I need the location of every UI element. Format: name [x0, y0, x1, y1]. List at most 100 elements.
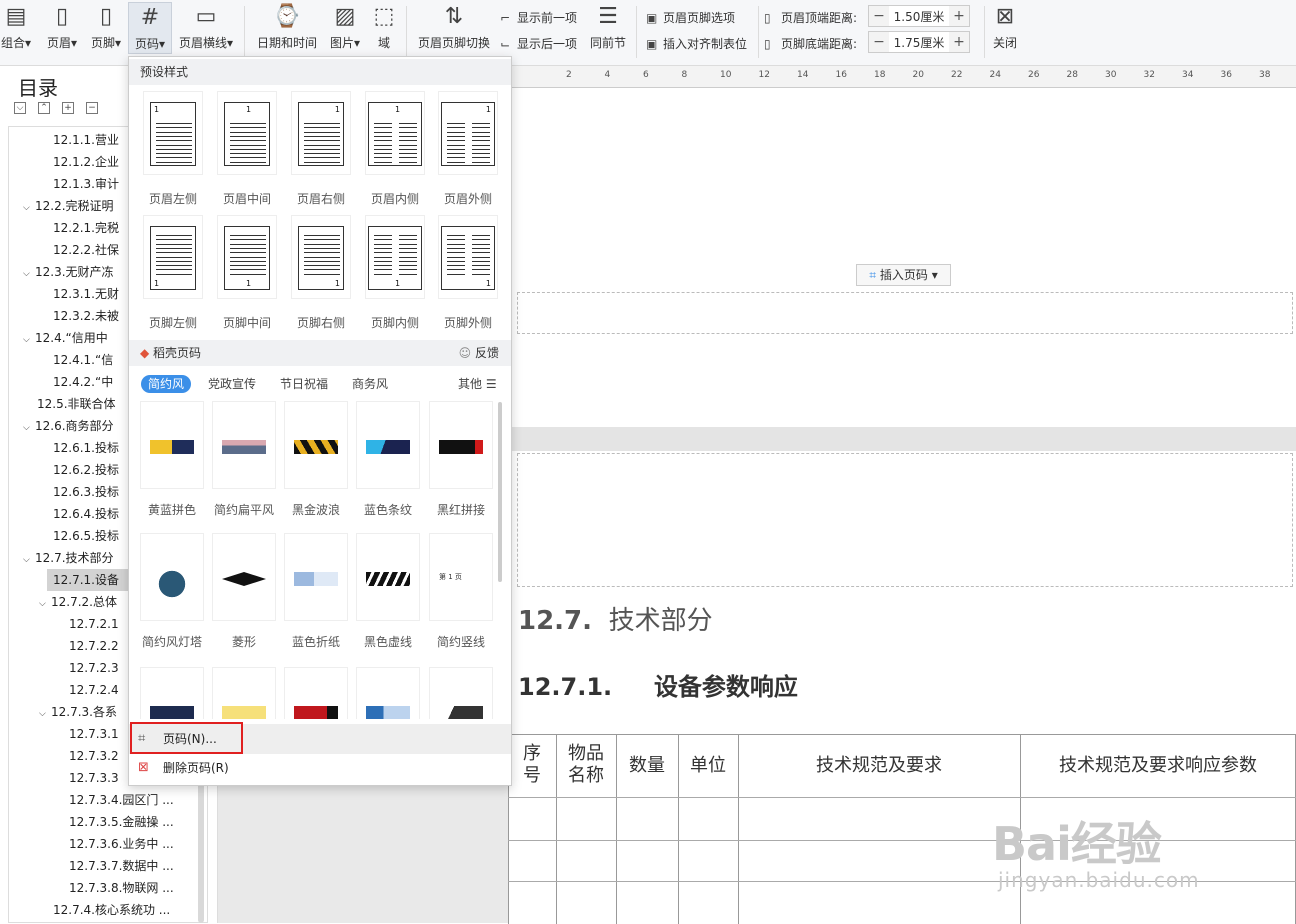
header-line-button[interactable]: ▭ 页眉横线▾	[176, 4, 236, 51]
toc-item[interactable]: 12.7.3.7.数据中 ...	[9, 855, 207, 877]
daoke-style-thumbnail[interactable]	[212, 533, 276, 621]
decrease-button[interactable]: −	[869, 6, 889, 26]
daoke-style-thumbnail[interactable]: 第 1 页	[429, 533, 493, 621]
toc-item-label: 12.7.3.7.数据中 ...	[69, 859, 174, 873]
field-button[interactable]: ⬚ 域	[372, 4, 396, 51]
toc-item[interactable]: 12.7.3.5.金融操 ...	[9, 811, 207, 833]
style-preview-graphic	[366, 572, 410, 586]
preset-thumbnail[interactable]: 1	[217, 215, 277, 299]
decrease-button[interactable]: −	[869, 32, 889, 52]
table-row-line	[508, 881, 1296, 882]
header-footer-switch-button[interactable]: ⇅ 页眉页脚切换	[416, 4, 492, 51]
ruler-tick: 18	[874, 70, 886, 80]
combine-button[interactable]: ▤ 组合▾	[0, 4, 36, 51]
insert-align-tab-button[interactable]: ▣ 插入对齐制表位	[646, 35, 747, 52]
daoke-style-thumbnail[interactable]	[140, 533, 204, 621]
horizontal-ruler[interactable]: 2 4 6 8 10 12 14 16 18 20 22 24 26 28 30 32 34 36 38	[508, 66, 1296, 88]
daoke-style-label: 黑金波浪	[291, 503, 340, 517]
daoke-style-thumbnail[interactable]	[140, 401, 204, 489]
chevron-down-icon[interactable]: ⌵	[39, 703, 51, 725]
style-tab[interactable]: 节日祝福	[280, 375, 328, 393]
chevron-down-icon[interactable]: ⌵	[23, 417, 35, 439]
picture-button[interactable]: ▨ 图片▾	[326, 4, 364, 51]
preset-thumbnail[interactable]: 1	[365, 215, 425, 299]
toc-item[interactable]: 12.7.3.8.物联网 ...	[9, 877, 207, 899]
daoke-style-thumbnail[interactable]	[284, 667, 348, 719]
other-tab[interactable]: 其他 ☰	[458, 375, 497, 393]
preset-thumbnail[interactable]: 1	[291, 215, 351, 299]
hf-options-button[interactable]: ▣ 页眉页脚选项	[646, 9, 735, 26]
style-tab[interactable]: 商务风	[352, 375, 388, 393]
chevron-down-icon[interactable]: ⌵	[23, 549, 35, 571]
style-tab[interactable]: 简约风	[141, 375, 192, 393]
style-preview-graphic	[294, 572, 338, 586]
header-area[interactable]	[517, 453, 1293, 587]
page-preview-icon: 1	[224, 226, 270, 290]
add-icon[interactable]: +	[62, 102, 74, 114]
preset-thumbnail[interactable]: 1	[365, 91, 425, 175]
options-icon: ▣	[646, 11, 658, 25]
preset-thumbnail[interactable]: 1	[217, 91, 277, 175]
insert-page-number-button[interactable]: ⌗ 插入页码 ▾	[856, 264, 951, 286]
chevron-down-icon[interactable]: ⌵	[23, 197, 35, 219]
close-button[interactable]: ⊠ 关闭	[990, 4, 1020, 51]
page-number-button[interactable]: # 页码▾	[128, 2, 172, 54]
toc-item[interactable]: 12.7.4.核心系统功 ...	[9, 899, 207, 921]
toc-item-label: 12.4.2.“中	[53, 375, 114, 389]
toc-item-label: 12.6.5.投标	[53, 529, 119, 543]
increase-button[interactable]: +	[949, 6, 969, 26]
style-tab[interactable]: 党政宣传	[208, 375, 256, 393]
header-top-value[interactable]: 1.50厘米	[889, 8, 949, 25]
menu-scrollbar[interactable]	[498, 402, 502, 582]
toc-item-label: 12.6.4.投标	[53, 507, 119, 521]
daoke-style-thumbnail[interactable]	[429, 401, 493, 489]
daoke-style-thumbnail[interactable]	[284, 533, 348, 621]
chevron-down-icon[interactable]: ⌵	[39, 593, 51, 615]
table-header-cell: 技术规范及要求	[816, 755, 942, 776]
increase-button[interactable]: +	[949, 32, 969, 52]
collapse-all-icon[interactable]: ⌵	[14, 102, 26, 114]
header-icon: ▯	[55, 4, 69, 29]
table-header-cell: 序 号	[523, 743, 541, 786]
footer-bottom-value[interactable]: 1.75厘米	[889, 34, 949, 51]
preset-thumbnail[interactable]: 1	[438, 91, 498, 175]
daoke-style-thumbnail[interactable]	[356, 533, 420, 621]
daoke-style-thumbnail[interactable]	[212, 401, 276, 489]
chevron-down-icon[interactable]: ⌵	[23, 329, 35, 351]
daoke-style-thumbnail[interactable]	[140, 667, 204, 719]
datetime-button[interactable]: ⌚ 日期和时间	[256, 4, 318, 51]
expand-all-icon[interactable]: ⌃	[38, 102, 50, 114]
footer-area[interactable]	[517, 292, 1293, 334]
preset-thumbnail[interactable]: 1	[143, 215, 203, 299]
toc-item[interactable]: 12.7.3.4.园区门 ...	[9, 789, 207, 811]
menu-icon: ☰	[485, 377, 497, 391]
chevron-down-icon[interactable]: ⌵	[23, 263, 35, 285]
show-next-button[interactable]: ⌙ 显示后一项	[500, 35, 577, 52]
page-number-digit: 1	[395, 105, 401, 114]
style-preview-graphic	[150, 440, 194, 454]
daoke-style-thumbnail[interactable]	[429, 667, 493, 719]
footer-button[interactable]: ▯ 页脚▾	[86, 4, 126, 51]
daoke-style-thumbnail[interactable]	[212, 667, 276, 719]
feedback-link[interactable]: ☺ 反馈	[459, 340, 499, 366]
delete-page-number-item[interactable]: ⊠ 删除页码(R)	[129, 753, 511, 783]
show-prev-button[interactable]: ⌐ 显示前一项	[500, 9, 577, 26]
toc-item[interactable]: 12.7.3.6.业务中 ...	[9, 833, 207, 855]
daoke-style-thumbnail[interactable]	[356, 401, 420, 489]
toc-item-label: 12.5.非联合体	[37, 397, 116, 411]
header-button[interactable]: ▯ 页眉▾	[42, 4, 82, 51]
header-top-stepper[interactable]: − 1.50厘米 +	[868, 5, 970, 27]
footer-bottom-stepper[interactable]: − 1.75厘米 +	[868, 31, 970, 53]
page-preview-icon: 1	[441, 226, 495, 290]
preset-thumbnail[interactable]: 1	[291, 91, 351, 175]
heading-12-7-1: 12.7.1. 设备参数响应	[518, 673, 798, 701]
preset-thumbnail[interactable]: 1	[143, 91, 203, 175]
remove-icon[interactable]: −	[86, 102, 98, 114]
daoke-style-thumbnail[interactable]	[356, 667, 420, 719]
preset-thumbnail[interactable]: 1	[438, 215, 498, 299]
daoke-style-thumbnail[interactable]	[284, 401, 348, 489]
same-prev-button[interactable]: ☰ 同前节	[588, 4, 628, 51]
daoke-section-header: ◆ 稻壳页码 ☺ 反馈	[129, 340, 511, 366]
page-preview-icon: 1	[150, 102, 196, 166]
page-preview-icon: 1	[298, 226, 344, 290]
